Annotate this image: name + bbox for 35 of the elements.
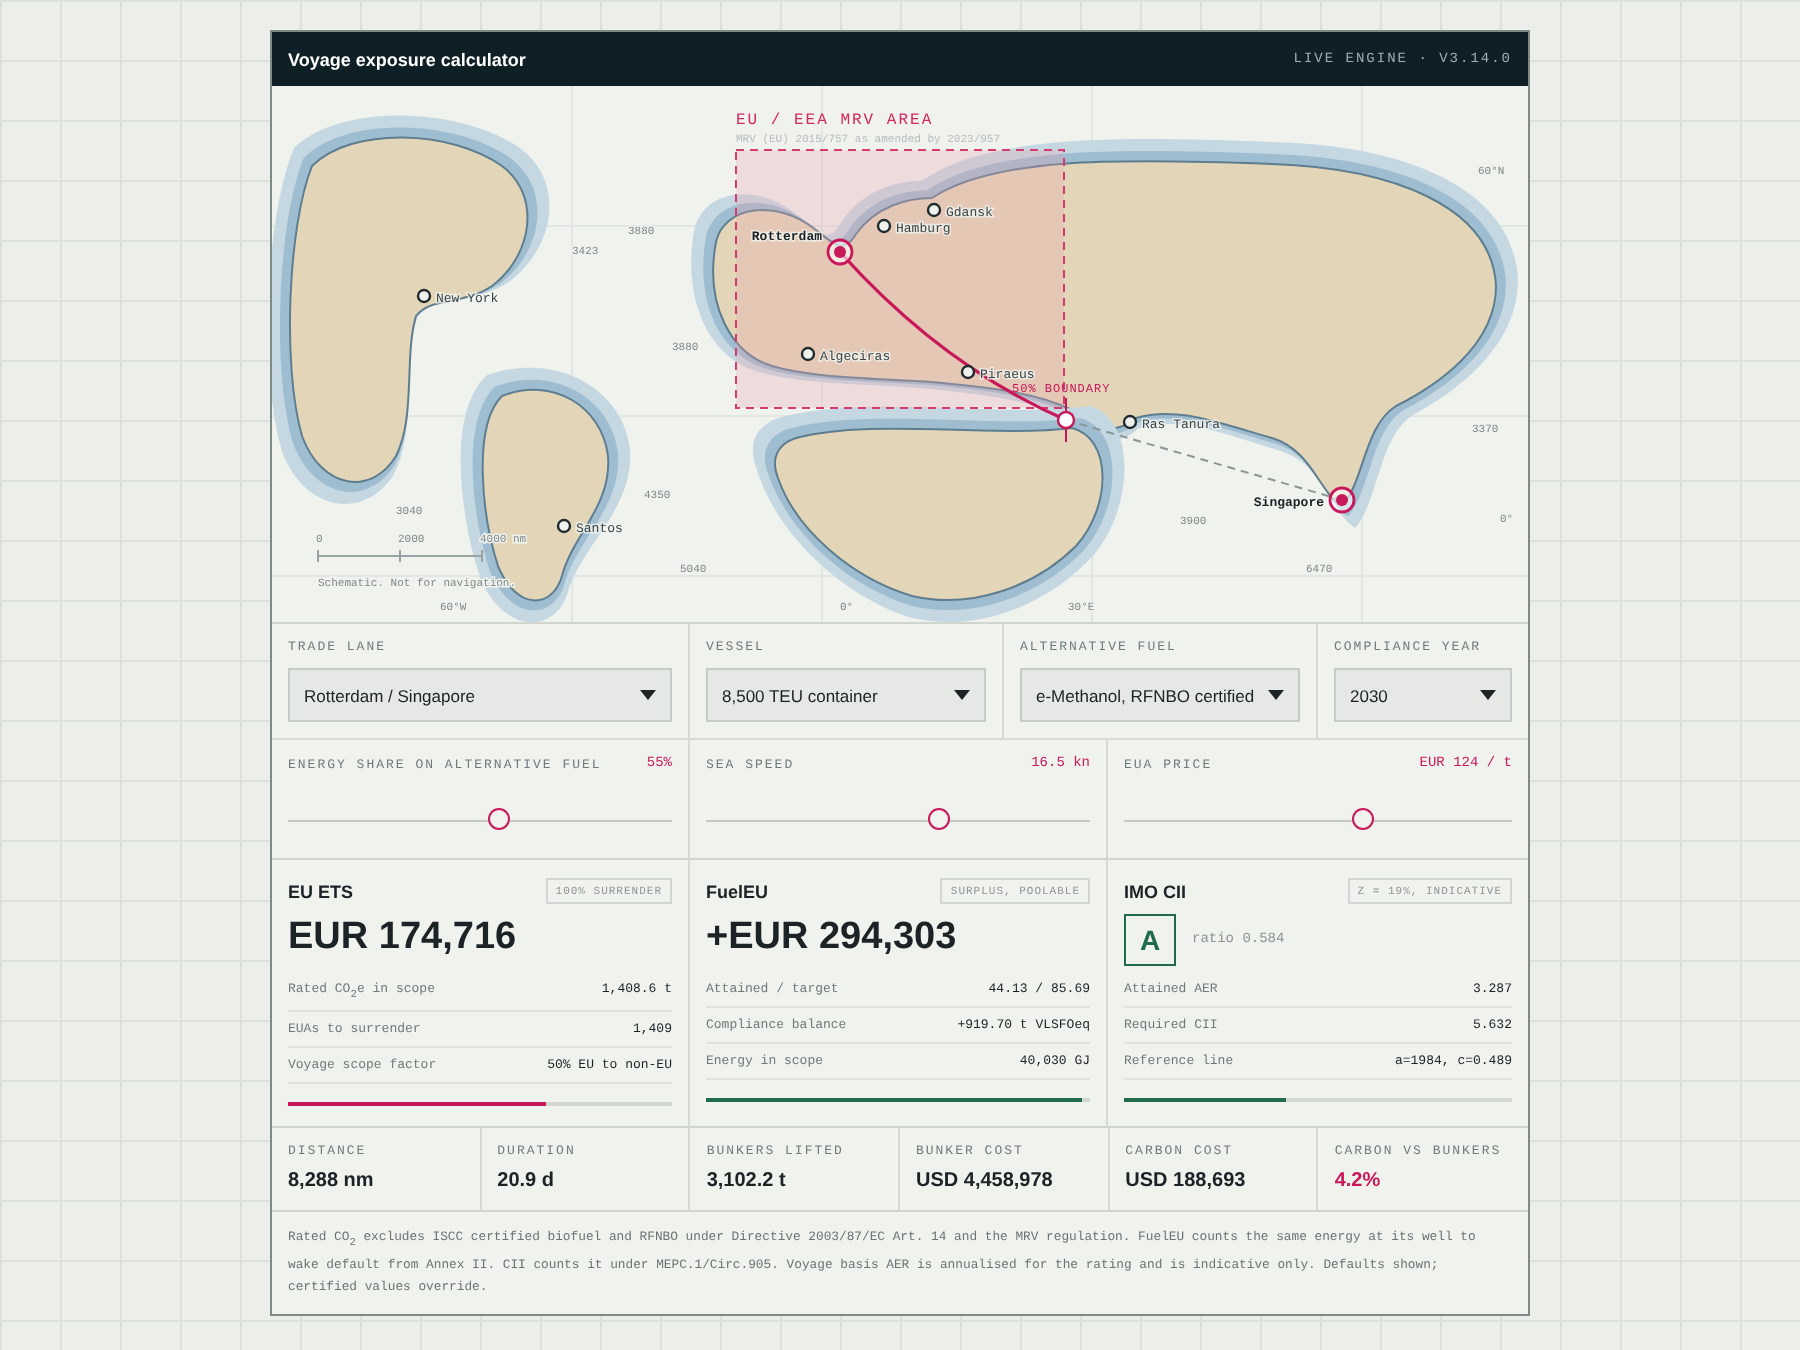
amount-value: +EUR 294,303 — [706, 916, 959, 960]
dropdown[interactable]: Rotterdam / Singapore — [288, 668, 672, 722]
port-marker — [960, 364, 976, 380]
area-title: EU / EEA MRV AREA — [736, 112, 934, 130]
boundary-marker — [1056, 397, 1076, 443]
grade-badge: A — [1124, 914, 1176, 966]
slider-thumb[interactable] — [487, 808, 510, 830]
origin-marker — [826, 238, 854, 266]
card-title: IMO CII — [1124, 881, 1186, 901]
card-title: EU ETS — [288, 881, 354, 901]
stat-value: 8,288 nm — [288, 1170, 376, 1193]
port-marker — [800, 346, 816, 362]
port-marker — [416, 288, 432, 304]
stat-value: 3,102.2 t — [706, 1170, 788, 1193]
stat-value: USD 188,693 — [1125, 1170, 1248, 1193]
destination-marker — [1328, 486, 1356, 514]
dropdown[interactable]: 8,500 TEU container — [706, 668, 986, 722]
stat-value: 4.2% — [1334, 1170, 1383, 1193]
slider-thumb[interactable] — [928, 808, 951, 830]
dropdown[interactable]: e-Methanol, RFNBO certified — [1020, 668, 1300, 722]
slider-thumb[interactable] — [1352, 808, 1375, 830]
dropdown[interactable]: 2030 — [1334, 668, 1512, 722]
port-marker — [556, 518, 572, 534]
port-marker — [926, 202, 942, 218]
caret-icon — [640, 690, 656, 700]
caret-icon — [1268, 690, 1284, 700]
caret-icon — [1480, 690, 1496, 700]
port-marker — [1122, 414, 1138, 430]
port-marker — [876, 218, 892, 234]
stat-value: USD 4,458,978 — [915, 1170, 1055, 1193]
stat-value: 20.9 d — [497, 1170, 557, 1193]
caret-icon — [954, 690, 970, 700]
window-title: Voyage exposure calculator — [288, 49, 526, 69]
amount-value: EUR 174,716 — [288, 916, 519, 960]
card-title: FuelEU — [706, 881, 769, 901]
